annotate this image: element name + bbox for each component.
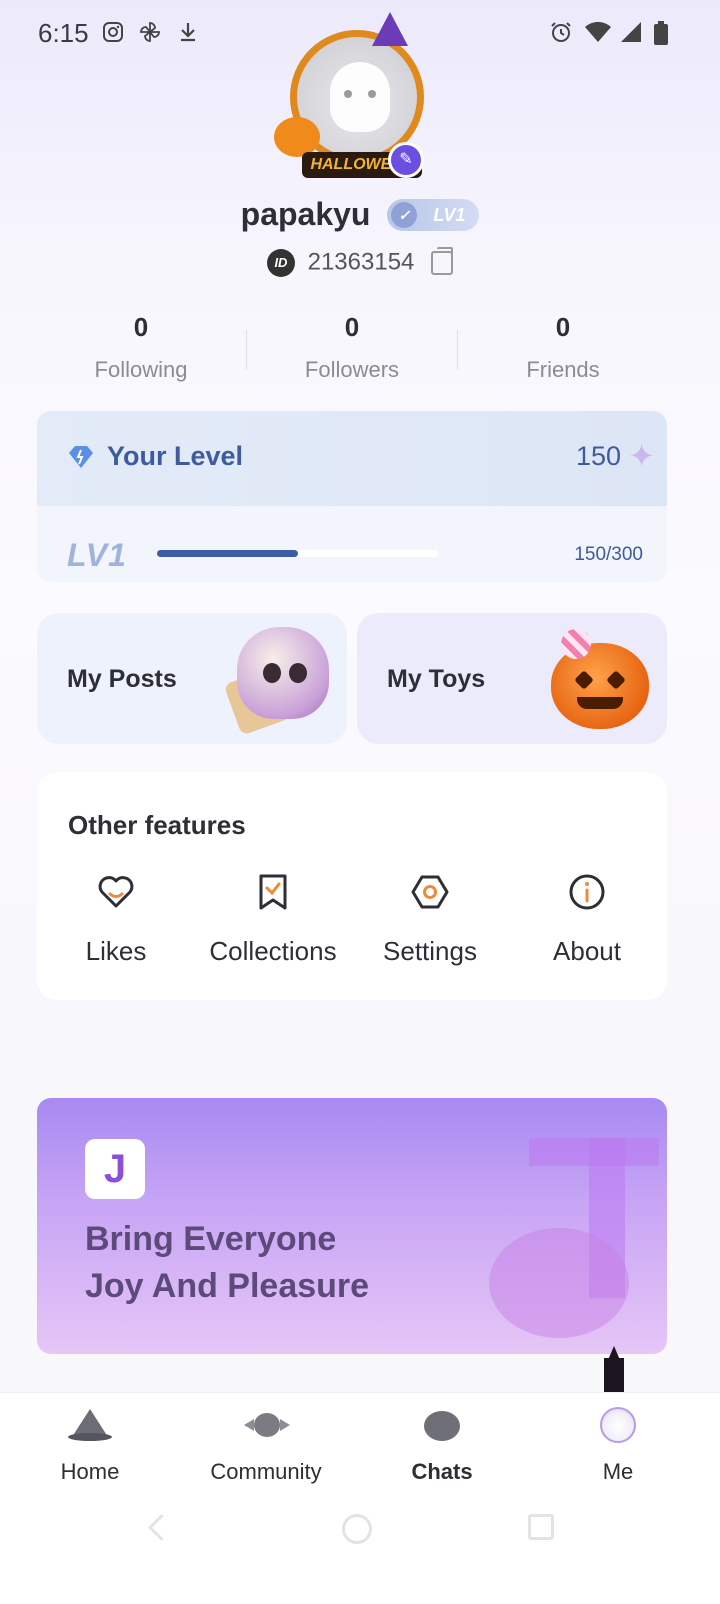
stat-value: 0 xyxy=(555,312,571,342)
settings-icon xyxy=(410,872,450,912)
other-features-card: Other features Likes Collections Setting… xyxy=(37,772,667,1000)
copy-icon[interactable] xyxy=(431,246,454,275)
nav-me[interactable]: Me xyxy=(528,1405,708,1485)
signal-icon xyxy=(618,20,644,46)
stat-label: Followers xyxy=(304,357,400,382)
nav-home[interactable]: Home xyxy=(0,1405,180,1485)
collections-button[interactable]: Collections xyxy=(194,872,352,967)
stat-label: Friends xyxy=(526,357,600,382)
nav-me-label: Me xyxy=(602,1459,634,1484)
level-badge[interactable]: ✓ LV1 xyxy=(387,198,480,231)
nav-community[interactable]: Community xyxy=(176,1405,356,1485)
profile-avatar[interactable]: HALLOWEEN ✎ xyxy=(274,12,440,178)
username-row: papakyu ✓ LV1 xyxy=(0,194,720,233)
download-icon xyxy=(175,20,201,46)
nav-chats[interactable]: Chats xyxy=(352,1405,532,1485)
witch-hat-icon xyxy=(68,1405,112,1445)
user-id: 21363154 xyxy=(307,248,415,276)
avatar-icon xyxy=(596,1405,640,1445)
sparkle-icon: ✦ xyxy=(628,438,655,474)
current-level: LV1 xyxy=(67,537,127,573)
skull-icon xyxy=(237,627,329,719)
my-posts-label: My Posts xyxy=(67,665,177,693)
stat-divider xyxy=(246,330,247,370)
my-toys-label: My Toys xyxy=(387,665,486,693)
instagram-icon xyxy=(100,20,126,46)
settings-button[interactable]: Settings xyxy=(351,872,509,967)
other-features-title: Other features xyxy=(68,810,246,840)
user-id-row: ID 21363154 xyxy=(0,246,720,277)
banner-line-2: Joy And Pleasure xyxy=(85,1267,370,1305)
nav-chats-label: Chats xyxy=(411,1459,473,1484)
pinwheel-icon xyxy=(137,20,163,46)
alarm-icon xyxy=(548,20,574,46)
level-title: Your Level xyxy=(107,441,244,471)
system-navigation-bar xyxy=(0,1484,720,1604)
heart-icon xyxy=(96,872,136,912)
castle-decoration-icon xyxy=(596,1346,632,1394)
wifi-icon xyxy=(584,20,611,46)
nav-home-label: Home xyxy=(60,1459,120,1484)
recent-apps-icon[interactable] xyxy=(528,1514,554,1540)
username: papakyu xyxy=(240,196,371,233)
my-toys-card[interactable]: My Toys xyxy=(357,613,667,744)
collections-label: Collections xyxy=(209,936,337,966)
stat-following[interactable]: 0 Following xyxy=(41,312,241,383)
likes-label: Likes xyxy=(85,936,147,966)
stat-friends[interactable]: 0 Friends xyxy=(463,312,663,383)
level-points: 150 xyxy=(575,441,621,471)
pumpkin-decoration xyxy=(274,117,320,157)
nav-community-label: Community xyxy=(210,1459,322,1484)
status-time: 6:15 xyxy=(38,18,89,48)
pumpkin-icon xyxy=(420,1405,464,1445)
about-button[interactable]: About xyxy=(508,872,666,967)
candy-icon xyxy=(244,1405,290,1445)
stat-value: 0 xyxy=(133,312,149,342)
diamond-icon xyxy=(67,445,93,469)
banner-line-1: Bring Everyone xyxy=(85,1220,337,1258)
my-posts-card[interactable]: My Posts xyxy=(37,613,347,744)
level-badge-text: LV1 xyxy=(433,204,466,225)
stat-label: Following xyxy=(94,357,188,382)
level-card[interactable]: Your Level 150 ✦ LV1 150/300 xyxy=(37,411,667,582)
stat-value: 0 xyxy=(344,312,360,342)
bottom-navigation: Home Community Chats Me xyxy=(0,1392,720,1485)
banner-tagline: Bring Everyone Joy And Pleasure xyxy=(85,1216,369,1310)
about-label: About xyxy=(553,936,621,966)
level-progress-track xyxy=(157,550,439,557)
promo-banner[interactable]: J Bring Everyone Joy And Pleasure xyxy=(37,1098,667,1354)
level-progress-text: 150/300 xyxy=(574,544,643,565)
info-icon xyxy=(567,872,607,912)
witch-hat-decoration xyxy=(372,12,408,46)
stat-divider xyxy=(457,330,458,370)
likes-button[interactable]: Likes xyxy=(37,872,195,967)
banner-logo-watermark xyxy=(489,1138,659,1338)
app-logo-icon: J xyxy=(85,1139,145,1199)
pumpkin-icon xyxy=(551,643,649,729)
candy-icon xyxy=(561,629,591,659)
level-badge-icon: ✓ xyxy=(391,201,418,228)
level-progress-fill xyxy=(157,550,298,557)
bookmark-icon xyxy=(253,872,293,912)
ghost-avatar-image xyxy=(330,62,390,132)
settings-label: Settings xyxy=(383,936,477,966)
battery-icon xyxy=(648,20,674,46)
stat-followers[interactable]: 0 Followers xyxy=(252,312,452,383)
edit-avatar-icon[interactable]: ✎ xyxy=(388,142,424,178)
id-icon: ID xyxy=(266,248,295,277)
home-circle-icon[interactable] xyxy=(342,1514,372,1544)
back-icon[interactable] xyxy=(148,1514,175,1541)
